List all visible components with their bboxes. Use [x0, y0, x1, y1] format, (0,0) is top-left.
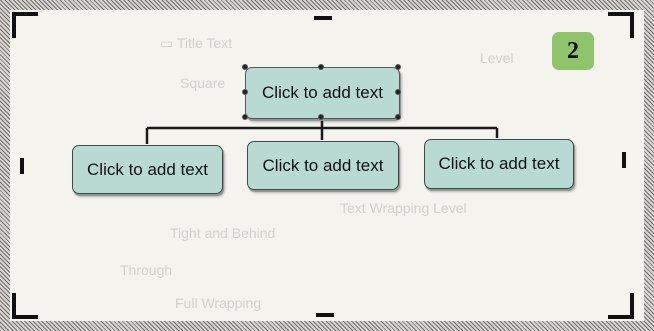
selection-corner-bottom-left[interactable] [12, 293, 38, 319]
resize-handle-left[interactable] [242, 89, 248, 95]
selection-edge-bottom-handle[interactable] [316, 313, 334, 317]
selection-corner-top-right[interactable] [608, 12, 634, 38]
bleed-through-text: Text Wrapping Level [340, 200, 467, 216]
shape-text[interactable]: Click to add text [263, 156, 384, 176]
selection-corner-bottom-right[interactable] [608, 293, 634, 319]
org-chart-child-shape-2[interactable]: Click to add text [247, 141, 399, 190]
selection-edge-top-handle[interactable] [314, 16, 332, 20]
bleed-through-text: Full Wrapping [175, 295, 262, 311]
bleed-through-text: Through [120, 262, 173, 278]
org-chart-top-shape[interactable]: Click to add text [245, 67, 400, 119]
org-chart-child-shape-3[interactable]: Click to add text [424, 139, 574, 189]
shape-text[interactable]: Click to add text [87, 160, 208, 180]
resize-handle-bottom-left[interactable] [242, 114, 248, 120]
bleed-through-text: Tight and Behind [170, 225, 276, 241]
selection-edge-left-handle[interactable] [20, 158, 24, 174]
bleed-through-text: Square [180, 75, 226, 91]
shape-text[interactable]: Click to add text [262, 83, 383, 103]
resize-handle-top-right[interactable] [395, 64, 401, 70]
step-number-badge: 2 [552, 32, 594, 70]
resize-handle-bottom-right[interactable] [395, 114, 401, 120]
org-chart-child-shape-1[interactable]: Click to add text [72, 145, 223, 194]
shape-text[interactable]: Click to add text [439, 154, 560, 174]
bleed-through-text: Level [480, 50, 514, 66]
resize-handle-top[interactable] [318, 64, 324, 70]
resize-handle-right[interactable] [395, 89, 401, 95]
selection-corner-top-left[interactable] [12, 12, 38, 38]
resize-handle-bottom[interactable] [318, 114, 324, 120]
bleed-through-text: ▭ Title Text [160, 35, 233, 51]
selection-edge-right-handle[interactable] [622, 152, 626, 168]
resize-handle-top-left[interactable] [242, 64, 248, 70]
